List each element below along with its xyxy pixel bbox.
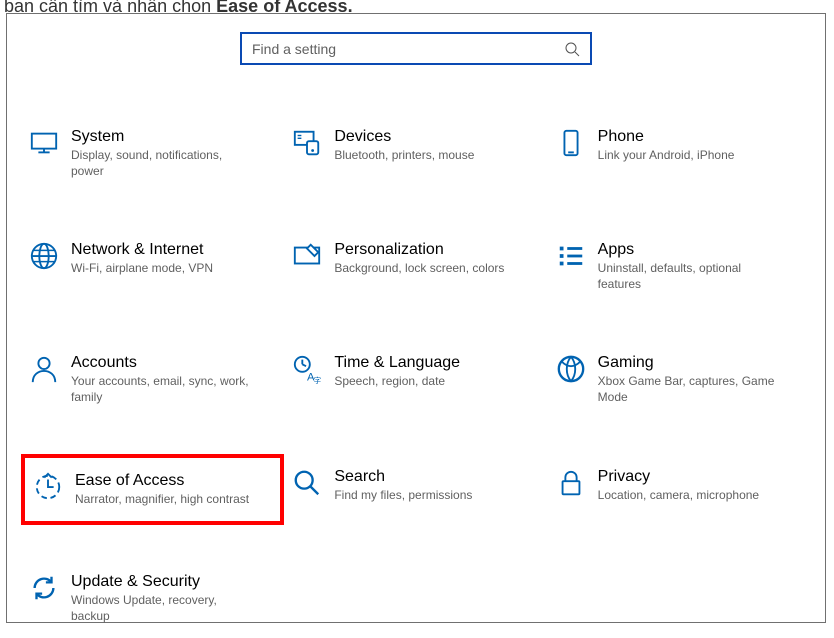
category-desc: Display, sound, notifications, power	[71, 148, 251, 179]
privacy-icon	[554, 468, 588, 502]
category-title: System	[71, 128, 278, 146]
category-title: Network & Internet	[71, 241, 278, 259]
phone-icon	[554, 128, 588, 162]
category-desc: Find my files, permissions	[334, 488, 514, 504]
category-gaming[interactable]: Gaming Xbox Game Bar, captures, Game Mode	[548, 340, 811, 419]
category-desc: Xbox Game Bar, captures, Game Mode	[598, 374, 778, 405]
category-title: Time & Language	[334, 354, 541, 372]
network-icon	[27, 241, 61, 275]
category-title: Ease of Access	[75, 472, 274, 490]
category-desc: Windows Update, recovery, backup	[71, 593, 251, 624]
apps-icon	[554, 241, 588, 275]
category-desc: Speech, region, date	[334, 374, 514, 390]
category-desc: Bluetooth, printers, mouse	[334, 148, 514, 164]
category-desc: Link your Android, iPhone	[598, 148, 778, 164]
accounts-icon	[27, 354, 61, 388]
category-desc: Wi-Fi, airplane mode, VPN	[71, 261, 251, 277]
category-privacy[interactable]: Privacy Location, camera, microphone	[548, 454, 811, 526]
ease-icon	[31, 472, 65, 506]
category-desc: Uninstall, defaults, optional features	[598, 261, 778, 292]
category-title: Apps	[598, 241, 805, 259]
search-input[interactable]	[252, 41, 564, 57]
time-icon	[290, 354, 324, 388]
category-title: Devices	[334, 128, 541, 146]
category-accounts[interactable]: Accounts Your accounts, email, sync, work…	[21, 340, 284, 419]
gaming-icon	[554, 354, 588, 388]
category-devices[interactable]: Devices Bluetooth, printers, mouse	[284, 114, 547, 193]
system-icon	[27, 128, 61, 162]
category-phone[interactable]: Phone Link your Android, iPhone	[548, 114, 811, 193]
category-search[interactable]: Search Find my files, permissions	[284, 454, 547, 526]
personalization-icon	[290, 241, 324, 275]
category-desc: Location, camera, microphone	[598, 488, 778, 504]
categories-grid: System Display, sound, notifications, pow…	[7, 114, 825, 638]
search-cat-icon	[290, 468, 324, 502]
devices-icon	[290, 128, 324, 162]
category-time[interactable]: Time & Language Speech, region, date	[284, 340, 547, 419]
category-network[interactable]: Network & Internet Wi-Fi, airplane mode, …	[21, 227, 284, 306]
search-box[interactable]	[240, 32, 592, 65]
category-title: Personalization	[334, 241, 541, 259]
category-title: Phone	[598, 128, 805, 146]
search-icon	[564, 41, 580, 57]
category-update[interactable]: Update & Security Windows Update, recover…	[21, 559, 285, 638]
category-desc: Narrator, magnifier, high contrast	[75, 492, 255, 508]
category-title: Search	[334, 468, 541, 486]
category-desc: Background, lock screen, colors	[334, 261, 514, 277]
category-personal[interactable]: Personalization Background, lock screen, …	[284, 227, 547, 306]
category-apps[interactable]: Apps Uninstall, defaults, optional featur…	[548, 227, 811, 306]
category-title: Gaming	[598, 354, 805, 372]
category-system[interactable]: System Display, sound, notifications, pow…	[21, 114, 284, 193]
category-title: Update & Security	[71, 573, 279, 591]
category-ease[interactable]: Ease of Access Narrator, magnifier, high …	[21, 454, 284, 526]
settings-window: System Display, sound, notifications, pow…	[6, 13, 826, 623]
category-desc: Your accounts, email, sync, work, family	[71, 374, 251, 405]
update-icon	[27, 573, 61, 607]
category-title: Accounts	[71, 354, 278, 372]
category-title: Privacy	[598, 468, 805, 486]
